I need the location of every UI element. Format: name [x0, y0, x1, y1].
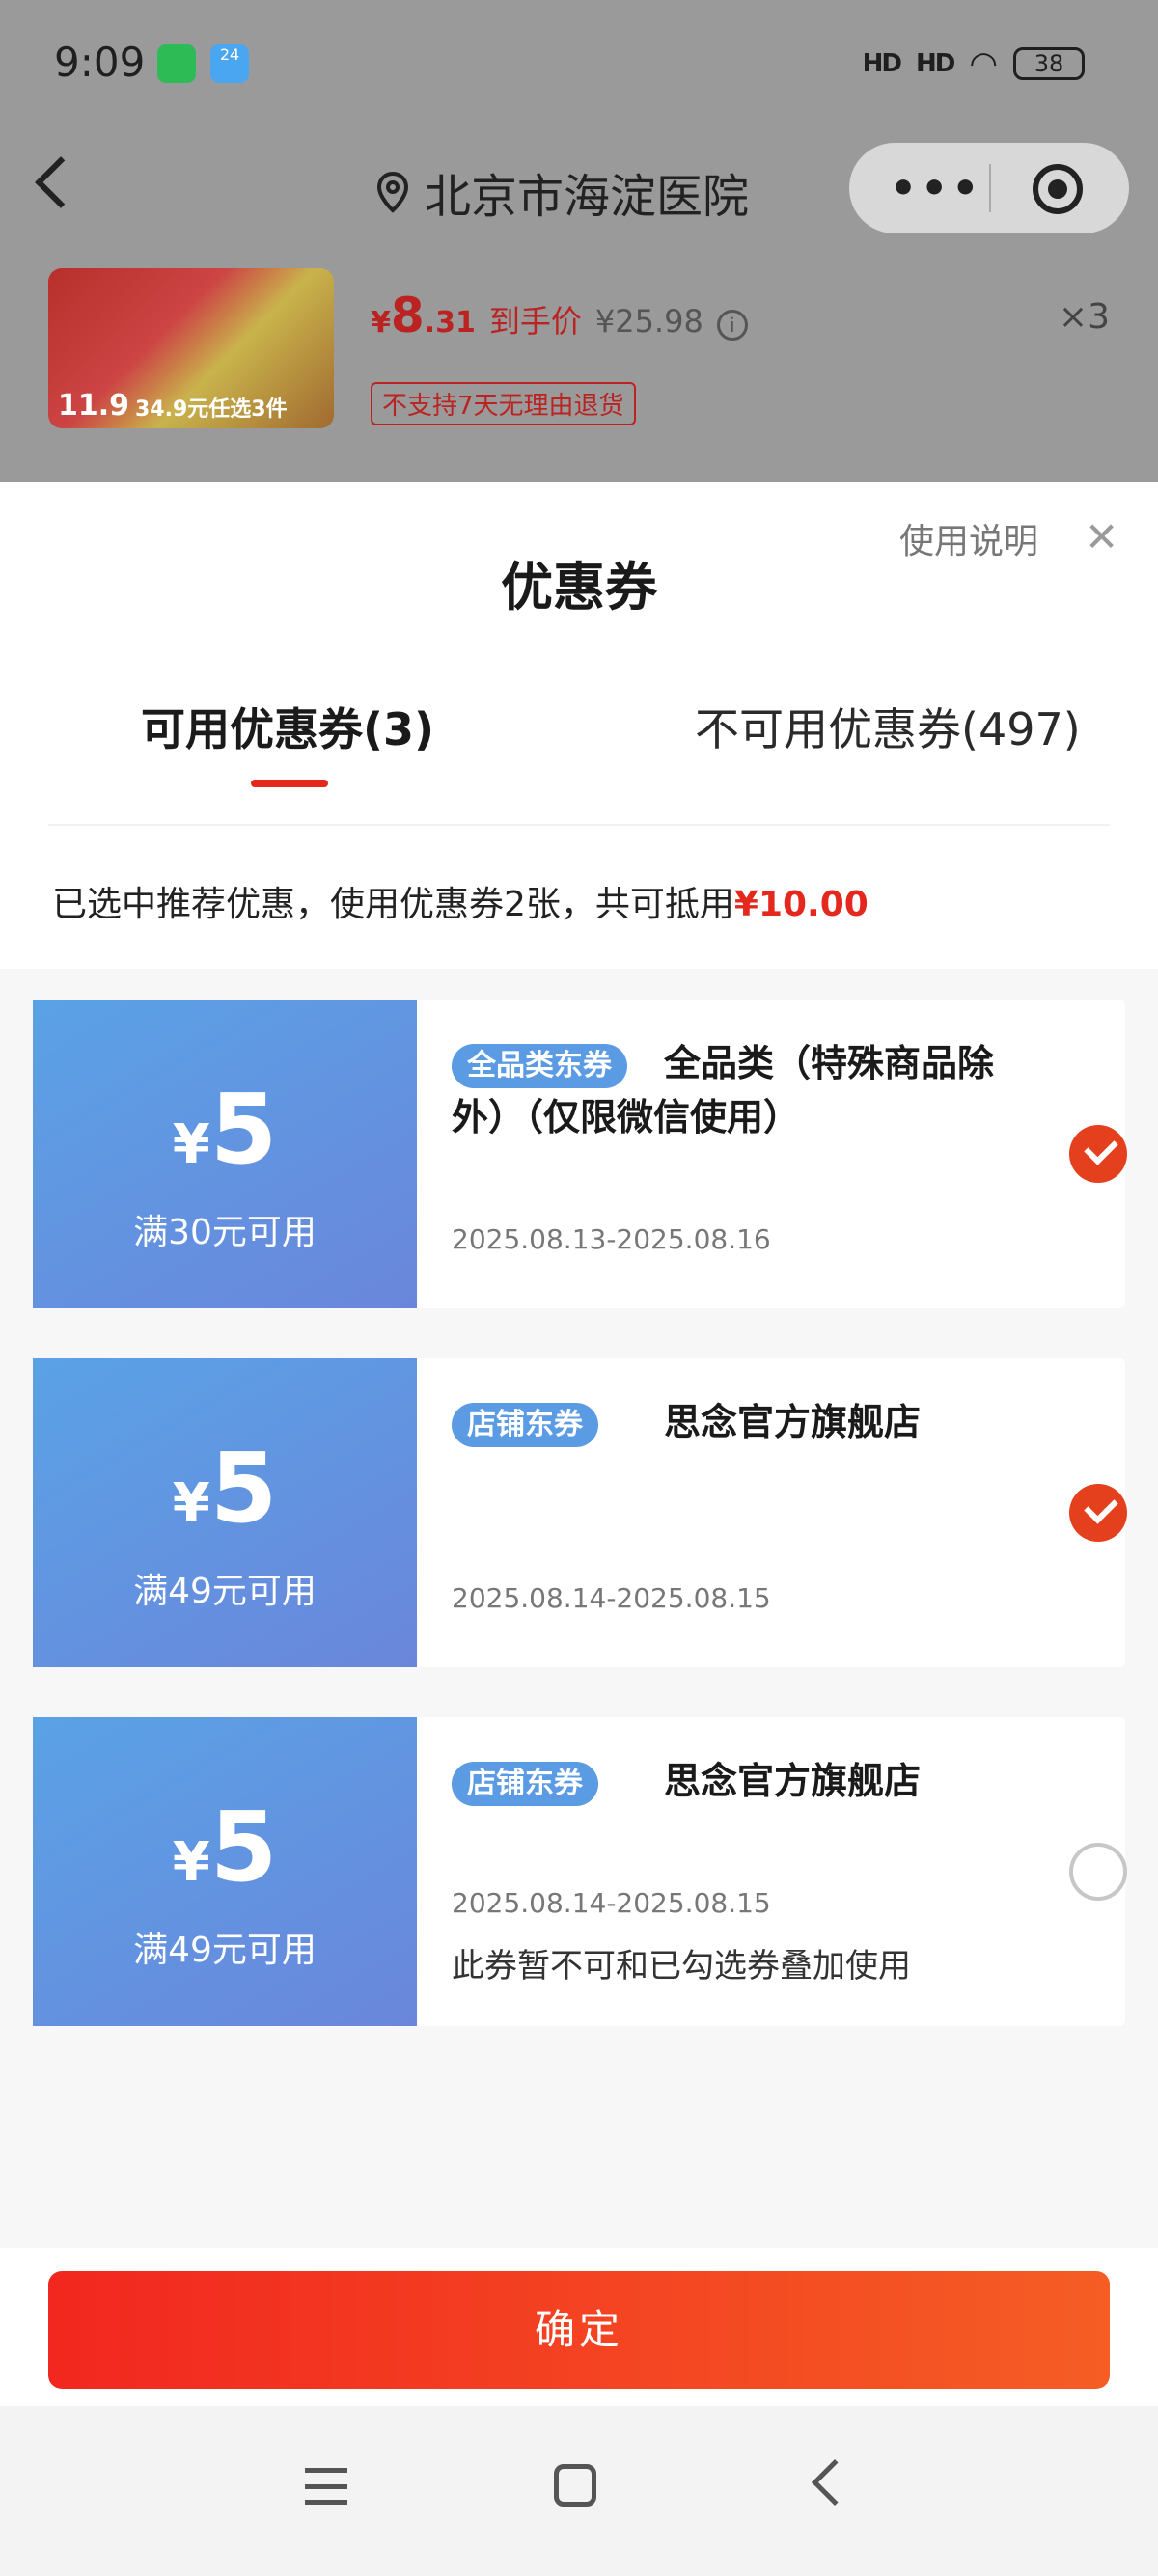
background-page: 9:09 24 HD HD ◠ 38 北京市海淀医院 ••• 11.9 34.9…	[0, 0, 1158, 482]
selection-summary: 已选中推荐优惠，使用优惠券2张，共可抵用¥10.00	[52, 876, 868, 926]
product-price: ¥8.31 到手价 ¥25.98 i	[371, 288, 748, 343]
price-label: 到手价	[488, 303, 582, 340]
weather-icon: 24	[210, 44, 249, 83]
status-time: 9:09	[54, 39, 146, 86]
coupon-amount: ¥5	[172, 1791, 278, 1904]
coupon-detail: 思念官方旗舰店 店铺东券 2025.08.14-2025.08.15 此券暂不可…	[417, 1717, 1127, 2026]
coupon-threshold: 满49元可用	[133, 1572, 317, 1611]
coupon-amount: ¥5	[172, 1432, 278, 1545]
coupon-threshold: 满30元可用	[133, 1213, 317, 1252]
home-icon[interactable]	[554, 2464, 596, 2507]
coupon-value-panel: ¥5 满49元可用	[27, 1717, 417, 2026]
signal-icon: HD	[915, 49, 955, 78]
tab-unavailable[interactable]: 不可用优惠券(497)	[695, 695, 1081, 758]
active-tab-indicator	[251, 780, 328, 787]
back-icon[interactable]	[35, 156, 87, 208]
top-nav: 北京市海淀医院 •••	[0, 135, 1158, 241]
signal-icon: HD	[862, 49, 902, 78]
price-final: ¥8.31	[371, 288, 476, 343]
coupon-checkbox-unchecked[interactable]	[1069, 1843, 1127, 1901]
coupon-list: ¥5 满30元可用 全品类（特殊商品除外）（仅限微信使用） 全品类东券 2025…	[0, 969, 1158, 2252]
original-price: ¥25.98	[594, 303, 703, 340]
product-quantity: ×3	[1058, 297, 1110, 337]
miniprogram-capsule: •••	[849, 143, 1129, 233]
coupon-validity: 2025.08.14-2025.08.15	[452, 1582, 771, 1614]
wechat-icon	[157, 44, 196, 83]
info-icon[interactable]: i	[716, 310, 748, 341]
coupon-note: 此券暂不可和已勾选券叠加使用	[452, 1947, 911, 1986]
summary-text: 已选中推荐优惠，使用优惠券2张，共可抵用	[52, 885, 734, 924]
coupon-card[interactable]: ¥5 满30元可用 全品类（特殊商品除外）（仅限微信使用） 全品类东券 2025…	[27, 1000, 1127, 1308]
wifi-icon: ◠	[969, 44, 998, 83]
coupon-amount: ¥5	[172, 1073, 278, 1186]
product-thumbnail: 11.9 34.9元任选3件	[48, 268, 334, 428]
back-icon[interactable]	[811, 2458, 859, 2507]
coupon-tabs: 可用优惠券(3) 不可用优惠券(497)	[0, 695, 1158, 787]
coupon-type-badge: 全品类东券	[452, 1044, 627, 1088]
thumb-price-text: 11.9	[58, 389, 130, 423]
coupon-validity: 2025.08.14-2025.08.15	[452, 1887, 771, 1919]
coupon-type-badge: 店铺东券	[452, 1403, 598, 1447]
coupon-card[interactable]: ¥5 满49元可用 思念官方旗舰店 店铺东券 2025.08.14-2025.0…	[27, 1358, 1127, 1667]
coupon-detail: 全品类（特殊商品除外）（仅限微信使用） 全品类东券 2025.08.13-202…	[417, 1000, 1127, 1308]
coupon-value-panel: ¥5 满49元可用	[27, 1358, 417, 1667]
location-label: 北京市海淀医院	[425, 170, 750, 224]
product-row: 11.9 34.9元任选3件 ¥8.31 到手价 ¥25.98 i ×3 不支持…	[0, 268, 1158, 442]
menu-icon[interactable]	[305, 2468, 347, 2505]
coupon-value-panel: ¥5 满30元可用	[27, 1000, 417, 1308]
coupon-checkbox-checked[interactable]	[1069, 1125, 1127, 1183]
coupon-card[interactable]: ¥5 满49元可用 思念官方旗舰店 店铺东券 2025.08.14-2025.0…	[27, 1717, 1127, 2026]
more-dots-icon[interactable]: •••	[890, 164, 982, 213]
target-icon[interactable]	[1033, 164, 1083, 214]
divider	[48, 824, 1110, 826]
coupon-type-badge: 店铺东券	[452, 1762, 598, 1806]
capsule-divider	[989, 164, 991, 212]
confirm-bar: 确定	[0, 2248, 1158, 2412]
location-pin-icon	[376, 171, 409, 213]
battery-icon: 38	[1013, 47, 1085, 80]
status-indicators: HD HD ◠ 38	[863, 44, 1085, 83]
coupon-validity: 2025.08.13-2025.08.16	[452, 1223, 771, 1255]
coupon-checkbox-checked[interactable]	[1069, 1484, 1127, 1542]
system-nav-bar	[0, 2406, 1158, 2576]
tab-available[interactable]: 可用优惠券(3)	[141, 695, 434, 758]
coupon-threshold: 满49元可用	[133, 1931, 317, 1970]
coupon-detail: 思念官方旗舰店 店铺东券 2025.08.14-2025.08.15	[417, 1358, 1127, 1667]
coupon-sheet: 使用说明 ✕ 优惠券 可用优惠券(3) 不可用优惠券(497) 已选中推荐优惠，…	[0, 482, 1158, 2412]
sheet-title: 优惠券	[501, 557, 657, 617]
thumb-deal-text: 34.9元任选3件	[135, 397, 288, 422]
status-bar: 9:09 24 HD HD ◠ 38	[0, 0, 1158, 125]
confirm-button[interactable]: 确定	[48, 2271, 1110, 2389]
refund-badge: 不支持7天无理由退货	[371, 382, 636, 425]
location-selector[interactable]: 北京市海淀医院	[376, 158, 749, 226]
summary-amount: ¥10.00	[733, 885, 868, 924]
